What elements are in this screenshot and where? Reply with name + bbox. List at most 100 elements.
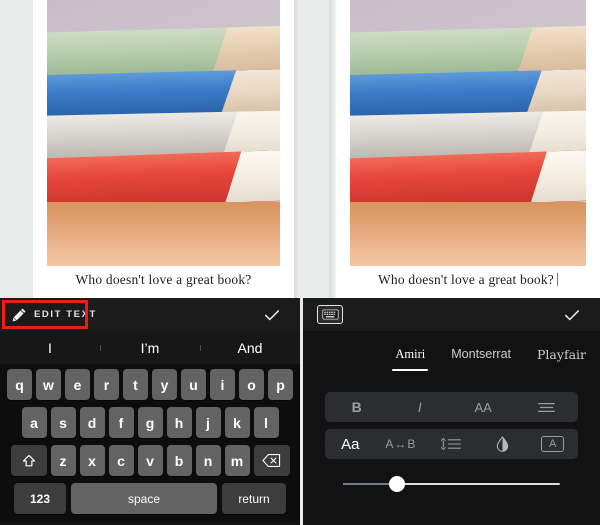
droplet-icon — [496, 436, 508, 452]
keyboard-row-4: 123 space return — [3, 483, 297, 514]
font-size-tool-label: Aa — [341, 435, 360, 453]
book-stack-photo-right[interactable] — [350, 0, 586, 266]
line-height-icon — [441, 437, 462, 451]
left-phone-panel: Who doesn't love a great book? EDIT TEXT — [0, 0, 300, 525]
align-lines-icon — [537, 402, 555, 412]
key-n[interactable]: n — [195, 445, 221, 476]
left-editor-chrome: EDIT TEXT I I’m And q w e r t y u i o p … — [0, 298, 300, 525]
checkmark-icon — [564, 309, 580, 320]
key-t[interactable]: t — [123, 369, 148, 400]
right-editor-chrome: Amiri Montserrat Playfair B I AA Aa A↔B … — [303, 298, 600, 525]
font-tab-montserrat[interactable]: Montserrat — [451, 347, 511, 370]
key-b[interactable]: b — [166, 445, 192, 476]
blue-book-pages-right — [480, 68, 586, 114]
key-v[interactable]: v — [137, 445, 163, 476]
backspace-key[interactable] — [253, 445, 290, 476]
green-book-pages-right — [474, 25, 586, 74]
suggestion-item-2[interactable]: And — [200, 340, 300, 356]
suggestion-item-1[interactable]: I’m — [100, 340, 200, 356]
shift-arrow-icon — [22, 454, 35, 466]
key-w[interactable]: w — [36, 369, 61, 400]
key-a[interactable]: a — [21, 407, 47, 438]
font-tab-playfair[interactable]: Playfair — [537, 347, 586, 371]
white-book-pages-right — [483, 110, 586, 155]
red-book-right — [350, 149, 586, 210]
wooden-table — [47, 202, 280, 266]
key-m[interactable]: m — [224, 445, 250, 476]
backspace-icon — [262, 454, 281, 467]
right-confirm-button[interactable] — [562, 305, 582, 325]
letter-spacing-tool[interactable]: A↔B — [376, 437, 427, 451]
key-i[interactable]: i — [210, 369, 235, 400]
key-e[interactable]: e — [65, 369, 90, 400]
key-d[interactable]: d — [79, 407, 105, 438]
wooden-table-right — [350, 202, 586, 266]
space-key[interactable]: space — [71, 483, 217, 514]
left-caption-text[interactable]: Who doesn't love a great book? — [33, 272, 294, 288]
font-size-slider[interactable] — [343, 475, 560, 493]
key-r[interactable]: r — [94, 369, 119, 400]
key-p[interactable]: p — [268, 369, 293, 400]
key-q[interactable]: q — [7, 369, 32, 400]
pencil-icon — [12, 307, 27, 322]
autocorrect-suggestion-bar: I I’m And — [0, 331, 300, 364]
red-book-pages-right — [485, 149, 586, 204]
edit-text-button[interactable]: EDIT TEXT — [10, 303, 107, 326]
align-tool[interactable] — [515, 401, 578, 414]
blue-book-right — [350, 68, 586, 118]
left-editor-toolbar: EDIT TEXT — [0, 298, 300, 331]
key-j[interactable]: j — [195, 407, 221, 438]
book-stack-photo[interactable] — [47, 0, 280, 266]
right-photo-container[interactable] — [336, 0, 600, 266]
opacity-tool[interactable] — [477, 436, 528, 452]
key-l[interactable]: l — [253, 407, 279, 438]
right-phone-panel: Who doesn't love a great book? Amiri Mon… — [300, 0, 600, 525]
keyboard-row-1: q w e r t y u i o p — [3, 369, 297, 400]
key-z[interactable]: z — [50, 445, 76, 476]
key-x[interactable]: x — [79, 445, 105, 476]
left-photo-container[interactable] — [33, 0, 294, 266]
right-caption-text: Who doesn't love a great book? — [377, 272, 554, 287]
key-y[interactable]: y — [152, 369, 177, 400]
font-family-tabs: Amiri Montserrat Playfair — [303, 331, 600, 385]
left-confirm-button[interactable] — [262, 305, 282, 325]
key-u[interactable]: u — [181, 369, 206, 400]
right-caption-wrapper[interactable]: Who doesn't love a great book? — [336, 272, 600, 288]
text-background-tool[interactable]: A — [527, 436, 578, 452]
format-toolbar-secondary: Aa A↔B A — [325, 429, 578, 459]
green-book-pages — [170, 25, 280, 74]
keyboard-toggle-button[interactable] — [317, 305, 343, 324]
slider-thumb[interactable] — [389, 476, 406, 492]
key-g[interactable]: g — [137, 407, 163, 438]
keyboard-row-2: a s d f g h j k l — [3, 407, 297, 438]
key-k[interactable]: k — [224, 407, 250, 438]
checkmark-icon — [264, 309, 280, 320]
numbers-key[interactable]: 123 — [14, 483, 66, 514]
font-tab-amiri[interactable]: Amiri — [395, 347, 425, 371]
red-book — [47, 149, 280, 210]
bold-tool[interactable]: B — [325, 399, 388, 415]
red-book-pages — [181, 149, 280, 204]
blue-book — [47, 68, 280, 118]
return-key[interactable]: return — [222, 483, 286, 514]
key-h[interactable]: h — [166, 407, 192, 438]
font-size-tool[interactable]: Aa — [325, 436, 376, 453]
caps-tool[interactable]: AA — [452, 400, 515, 415]
screenshot-stage: Who doesn't love a great book? EDIT TEXT — [0, 0, 600, 525]
text-background-tool-label: A — [541, 436, 565, 452]
suggestion-item-0[interactable]: I — [0, 340, 100, 356]
text-cursor — [557, 273, 558, 286]
keyboard-row-3: z x c v b n m — [3, 445, 297, 476]
shift-key[interactable] — [10, 445, 47, 476]
format-toolbar-primary: B I AA — [325, 392, 578, 422]
blue-book-pages — [175, 68, 280, 114]
key-o[interactable]: o — [239, 369, 264, 400]
on-screen-keyboard: q w e r t y u i o p a s d f g h j k l z … — [0, 364, 300, 522]
key-s[interactable]: s — [50, 407, 76, 438]
right-editor-toolbar — [303, 298, 600, 331]
key-f[interactable]: f — [108, 407, 134, 438]
italic-tool[interactable]: I — [388, 399, 451, 415]
key-c[interactable]: c — [108, 445, 134, 476]
white-book-pages — [178, 110, 280, 155]
line-height-tool[interactable] — [426, 437, 477, 451]
